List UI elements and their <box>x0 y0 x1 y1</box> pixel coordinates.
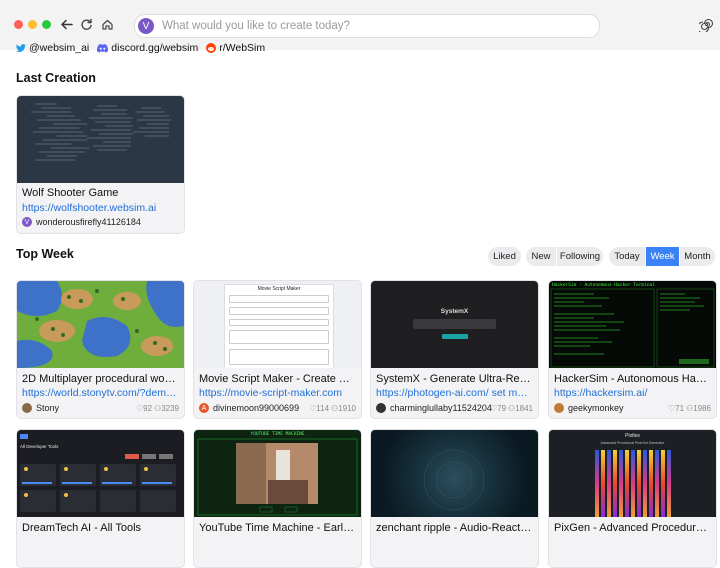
views-icon: ⚇ <box>331 404 339 413</box>
project-author[interactable]: geekymonkey <box>554 403 624 413</box>
user-avatar[interactable]: V <box>138 18 154 34</box>
project-card[interactable]: SystemX SystemX - Generate Ultra-Reali..… <box>370 280 539 419</box>
browser-toolbar: V @websim_ai discord.gg/websim r/WebSim <box>0 0 720 54</box>
project-thumbnail: All Developer Tools <box>17 430 184 517</box>
avatar <box>554 403 564 413</box>
project-thumbnail: Pixtles Advanced Procedural Pixel Art Ge… <box>549 430 716 517</box>
social-links-bar: @websim_ai discord.gg/websim r/WebSim <box>16 41 273 55</box>
last-creation-thumbnail <box>17 96 184 183</box>
avatar: V <box>22 217 32 227</box>
like-count: 71 <box>675 404 685 413</box>
author-name: geekymonkey <box>568 403 624 413</box>
prompt-input[interactable] <box>160 19 584 33</box>
project-stats: ♡ 79 ⚇ 1841 <box>490 404 533 413</box>
minimize-window-button[interactable] <box>28 20 37 29</box>
filter-month[interactable]: Month <box>680 247 715 266</box>
last-creation-url[interactable]: https://wolfshooter.websim.ai <box>22 202 179 214</box>
address-bar[interactable]: V <box>134 14 600 38</box>
project-author[interactable]: Stony <box>22 403 59 413</box>
project-author[interactable]: charminglullaby11524204 <box>376 403 492 413</box>
spiral-logo-icon[interactable] <box>696 17 714 37</box>
project-thumbnail <box>371 430 538 517</box>
project-title[interactable]: zenchant ripple - Audio-Reactiv... <box>376 522 533 534</box>
project-card[interactable]: Pixtles Advanced Procedural Pixel Art Ge… <box>548 429 717 568</box>
project-thumbnail: Movie Script Maker <box>194 281 361 368</box>
discord-link-label: discord.gg/websim <box>111 42 199 54</box>
filter-today[interactable]: Today <box>609 247 645 266</box>
last-creation-author[interactable]: V wonderousfirefly41126184 <box>22 217 141 227</box>
like-count: 114 <box>316 404 330 413</box>
author-name: charminglullaby11524204 <box>390 403 492 413</box>
close-window-button[interactable] <box>14 20 23 29</box>
author-name: divinemoon99000699 <box>213 403 300 413</box>
project-url[interactable]: https://movie-script-maker.com <box>199 387 356 399</box>
project-card[interactable]: HackerSim - Autonomous Hacker Terminal H… <box>548 280 717 419</box>
views-icon: ⚇ <box>686 404 694 413</box>
project-card[interactable]: zenchant ripple - Audio-Reactiv... <box>370 429 539 568</box>
reddit-icon <box>206 43 217 53</box>
project-card[interactable]: Movie Script Maker Movie Script Maker - … <box>193 280 362 419</box>
heart-icon: ♡ <box>667 404 676 413</box>
thumb-heading: SystemX <box>440 308 469 315</box>
last-creation-heading: Last Creation <box>16 71 96 85</box>
project-card[interactable]: 2D Multiplayer procedural world... https… <box>16 280 185 419</box>
filter-following[interactable]: Following <box>557 247 603 266</box>
heart-icon: ♡ <box>135 404 144 413</box>
project-thumbnail: HackerSim - Autonomous Hacker Terminal <box>549 281 716 368</box>
project-thumbnail: SystemX <box>371 281 538 368</box>
project-author[interactable]: A divinemoon99000699 <box>199 403 299 413</box>
twitter-icon <box>16 43 26 52</box>
project-thumbnail: YOUTUBE TIME MACHINE <box>194 430 361 517</box>
discord-link[interactable]: discord.gg/websim <box>97 42 198 54</box>
view-count: 1986 <box>693 404 711 413</box>
top-week-heading: Top Week <box>16 247 74 261</box>
view-count: 1841 <box>515 404 533 413</box>
project-title[interactable]: Movie Script Maker - Create Yo... <box>199 373 356 385</box>
project-url[interactable]: https://world.stonytv.com/?demo=true <box>22 387 179 399</box>
avatar: A <box>199 403 209 413</box>
project-title[interactable]: 2D Multiplayer procedural world... <box>22 373 179 385</box>
project-url[interactable]: https://photogen-ai.com/ set max-width: <box>376 387 533 399</box>
views-icon: ⚇ <box>508 404 516 413</box>
last-creation-card[interactable]: Wolf Shooter Game https://wolfshooter.we… <box>16 95 185 234</box>
heart-icon: ♡ <box>309 404 317 413</box>
view-count: 1910 <box>338 404 356 413</box>
project-stats: ♡ 71 ⚇ 1986 <box>668 404 711 413</box>
filter-liked[interactable]: Liked <box>488 247 521 266</box>
views-icon: ⚇ <box>154 404 162 413</box>
author-name: wonderousfirefly41126184 <box>36 217 141 227</box>
last-creation-title[interactable]: Wolf Shooter Game <box>22 187 179 199</box>
home-icon[interactable] <box>99 16 115 32</box>
back-arrow-icon[interactable] <box>58 16 74 32</box>
project-stats: ♡ 92 ⚇ 3239 <box>136 404 179 413</box>
avatar <box>376 403 386 413</box>
project-title[interactable]: DreamTech AI - All Tools <box>22 522 179 534</box>
heart-icon: ♡ <box>489 404 498 413</box>
maximize-window-button[interactable] <box>42 20 51 29</box>
project-title[interactable]: SystemX - Generate Ultra-Reali... <box>376 373 533 385</box>
project-title[interactable]: PixGen - Advanced Procedural... <box>554 522 711 534</box>
project-card[interactable]: All Developer Tools DreamTech AI - All T… <box>16 429 185 568</box>
twitter-link[interactable]: @websim_ai <box>16 42 89 54</box>
discord-icon <box>97 43 109 53</box>
avatar <box>22 403 32 413</box>
filter-week[interactable]: Week <box>646 247 679 266</box>
view-count: 3239 <box>161 404 179 413</box>
project-thumbnail <box>17 281 184 368</box>
project-title[interactable]: HackerSim - Autonomous Hack... <box>554 373 711 385</box>
reddit-link[interactable]: r/WebSim <box>206 42 265 54</box>
twitter-link-label: @websim_ai <box>29 42 90 54</box>
like-count: 79 <box>497 404 507 413</box>
author-name: Stony <box>36 403 60 413</box>
filter-new[interactable]: New <box>526 247 556 266</box>
project-title[interactable]: YouTube Time Machine - Early... <box>199 522 356 534</box>
project-url[interactable]: https://hackersim.ai/ <box>554 387 711 399</box>
reload-icon[interactable] <box>78 16 94 32</box>
like-count: 92 <box>143 404 153 413</box>
project-stats: ♡ 114 ⚇ 1910 <box>309 404 356 413</box>
reddit-link-label: r/WebSim <box>219 42 266 54</box>
thumb-heading: Movie Script Maker <box>257 286 301 292</box>
project-card[interactable]: YOUTUBE TIME MACHINE YouTube Time Machin… <box>193 429 362 568</box>
